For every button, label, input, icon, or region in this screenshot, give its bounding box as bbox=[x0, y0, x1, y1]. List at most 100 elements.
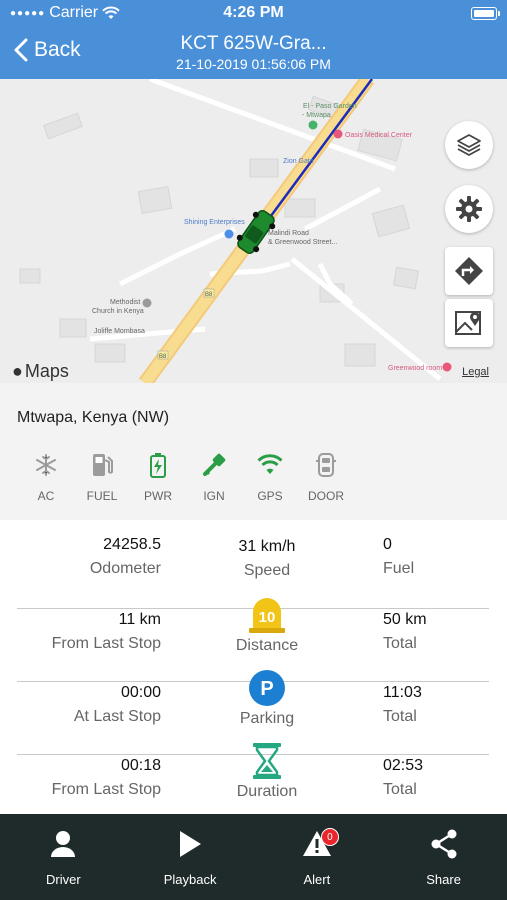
alert-count-badge: 0 bbox=[320, 828, 339, 846]
sensor-door: DOOR bbox=[298, 451, 354, 503]
distance-total-value: 50 km bbox=[383, 611, 427, 628]
gear-icon bbox=[456, 196, 482, 222]
sensor-label: AC bbox=[37, 489, 55, 503]
map-label-greenwood: Greenwood room bbox=[388, 365, 442, 372]
parking-last-stop-label: At Last Stop bbox=[73, 708, 161, 725]
map-label-el-paso: El - Paso Garden bbox=[303, 103, 357, 110]
map-view-button[interactable] bbox=[445, 299, 493, 347]
map-view-icon bbox=[455, 311, 481, 335]
duration-last-stop-label: From Last Stop bbox=[51, 781, 161, 798]
map-view[interactable]: El - Paso Garden - Mtwapa Oasis Medical … bbox=[0, 79, 507, 383]
sensor-power: PWR bbox=[130, 451, 186, 503]
distance-badge-text: 10 bbox=[259, 609, 276, 626]
fuel-cell: 0 Fuel bbox=[383, 536, 493, 578]
odometer-value: 24258.5 bbox=[103, 536, 161, 553]
vehicle-title: KCT 625W-Gra... bbox=[180, 33, 327, 54]
duration-last-stop-cell: 00:18 From Last Stop bbox=[17, 757, 161, 799]
wifi-icon bbox=[257, 454, 283, 474]
layers-icon bbox=[457, 134, 481, 156]
person-icon bbox=[51, 831, 76, 857]
sensor-label: DOOR bbox=[308, 489, 344, 503]
parking-total-cell: 11:03 Total bbox=[383, 684, 493, 726]
legal-link[interactable]: Legal bbox=[462, 366, 489, 378]
parking-total-value: 11:03 bbox=[383, 684, 422, 701]
snowflake-icon bbox=[36, 454, 56, 476]
sensor-fuel: FUEL bbox=[74, 451, 130, 503]
apple-logo-icon: ● bbox=[12, 361, 23, 381]
speed-cell: 31 km/h Speed bbox=[197, 536, 337, 580]
map-label-shining: Shining Enterprises bbox=[184, 219, 245, 226]
fuel-label: Fuel bbox=[383, 560, 415, 577]
sensor-label: FUEL bbox=[86, 489, 118, 503]
map-label-methodist-2: Church in Kenya bbox=[92, 308, 144, 315]
bottom-tab-bar: Driver Playback 0 Alert Share bbox=[0, 814, 507, 900]
back-label: Back bbox=[34, 38, 81, 61]
key-icon bbox=[203, 453, 226, 476]
map-label-oasis: Oasis Medical Center bbox=[345, 132, 413, 139]
location-label: Mtwapa, Kenya (NW) bbox=[17, 409, 170, 426]
map-label-malindi: Malindi Road bbox=[268, 230, 309, 237]
tab-driver-label: Driver bbox=[46, 872, 81, 887]
battery-icon bbox=[471, 7, 500, 20]
tab-share-label: Share bbox=[426, 872, 461, 887]
duration-total-label: Total bbox=[383, 781, 417, 798]
hourglass-icon bbox=[253, 743, 281, 779]
fuel-pump-icon bbox=[93, 454, 113, 476]
tab-alert-label: Alert bbox=[303, 872, 331, 887]
sensor-ac: AC bbox=[18, 451, 74, 503]
status-time: 4:26 PM bbox=[223, 4, 284, 21]
parking-label: Parking bbox=[239, 710, 295, 727]
parking-last-stop-cell: 00:00 At Last Stop bbox=[17, 684, 161, 726]
back-button[interactable]: Back bbox=[14, 38, 81, 62]
distance-from-last-stop-cell: 11 km From Last Stop bbox=[17, 611, 161, 653]
directions-icon bbox=[455, 257, 483, 285]
play-icon bbox=[180, 831, 202, 857]
sensor-label: IGN bbox=[203, 489, 225, 503]
fuel-value: 0 bbox=[383, 536, 392, 553]
vehicle-timestamp: 21-10-2019 01:56:06 PM bbox=[176, 56, 331, 72]
vehicle-info-panel: Mtwapa, Kenya (NW) AC FUEL PWR IGN GPS D… bbox=[0, 383, 507, 520]
speed-value: 31 km/h bbox=[238, 538, 296, 555]
parking-cell: P Parking bbox=[197, 670, 337, 728]
top-header: ●●●●● Carrier 4:26 PM Back KCT 625W-Gra.… bbox=[0, 0, 507, 79]
status-bar: ●●●●● Carrier 4:26 PM bbox=[0, 2, 507, 26]
sensor-gps: GPS bbox=[242, 451, 298, 503]
distance-total-cell: 50 km Total bbox=[383, 611, 493, 653]
map-label-el-paso-2: - Mtwapa bbox=[302, 112, 331, 119]
distance-badge-icon: 10 bbox=[249, 598, 285, 633]
tab-alert[interactable]: 0 Alert bbox=[254, 814, 381, 900]
tab-playback[interactable]: Playback bbox=[127, 814, 254, 900]
distance-cell: 10 Distance bbox=[197, 597, 337, 655]
map-road-shield-b8: B8 bbox=[205, 292, 213, 298]
duration-total-value: 02:53 bbox=[383, 757, 424, 774]
chevron-left-icon bbox=[14, 38, 28, 62]
distance-label: Distance bbox=[235, 637, 299, 654]
trip-stats: 24258.5 Odometer 31 km/h Speed 0 Fuel 11… bbox=[0, 520, 507, 814]
tab-share[interactable]: Share bbox=[380, 814, 507, 900]
parking-last-stop-value: 00:00 bbox=[120, 684, 161, 701]
sensor-label: PWR bbox=[144, 489, 172, 503]
distance-from-last-stop-value: 11 km bbox=[118, 611, 161, 628]
distance-total-label: Total bbox=[383, 635, 417, 652]
duration-label: Duration bbox=[236, 783, 298, 800]
map-label-malindi-2: & Greenwood Street... bbox=[268, 239, 337, 246]
duration-last-stop-value: 00:18 bbox=[120, 757, 161, 774]
odometer-cell: 24258.5 Odometer bbox=[17, 536, 161, 578]
sensor-label: GPS bbox=[257, 489, 283, 503]
sensor-list: AC FUEL PWR IGN GPS DOOR bbox=[18, 451, 354, 503]
duration-cell: Duration bbox=[197, 743, 337, 801]
tab-driver[interactable]: Driver bbox=[0, 814, 127, 900]
directions-button[interactable] bbox=[445, 247, 493, 295]
battery-icon bbox=[150, 453, 166, 478]
car-door-icon bbox=[316, 453, 336, 477]
map-label-methodist: Methodist bbox=[110, 299, 140, 306]
map-settings-button[interactable] bbox=[445, 185, 493, 233]
share-icon bbox=[431, 829, 457, 859]
map-layers-button[interactable] bbox=[445, 121, 493, 169]
sensor-ignition: IGN bbox=[186, 451, 242, 503]
distance-from-last-stop-label: From Last Stop bbox=[51, 635, 161, 652]
map-road-shield-b8-2: B8 bbox=[159, 354, 167, 360]
parking-total-label: Total bbox=[383, 708, 417, 725]
maps-brand-label: Maps bbox=[24, 361, 69, 381]
app-screen: ●●●●● Carrier 4:26 PM Back KCT 625W-Gra.… bbox=[0, 0, 507, 900]
